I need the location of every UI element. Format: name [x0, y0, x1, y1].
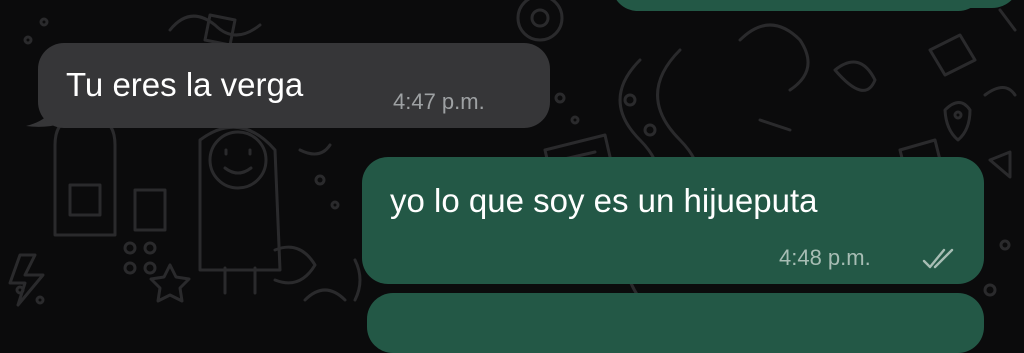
- message-bubble-outgoing-partial[interactable]: [612, 0, 984, 11]
- delivered-double-check-icon: [922, 248, 954, 269]
- message-text: yo lo que soy es un hijueputa: [390, 182, 818, 219]
- message-bubble-outgoing[interactable]: [362, 157, 984, 284]
- message-timestamp: 4:47 p.m.: [393, 89, 485, 114]
- message-bubble-outgoing-partial[interactable]: [367, 293, 984, 353]
- message-timestamp: 4:48 p.m.: [779, 245, 871, 270]
- message-text: Tu eres la verga: [66, 66, 304, 103]
